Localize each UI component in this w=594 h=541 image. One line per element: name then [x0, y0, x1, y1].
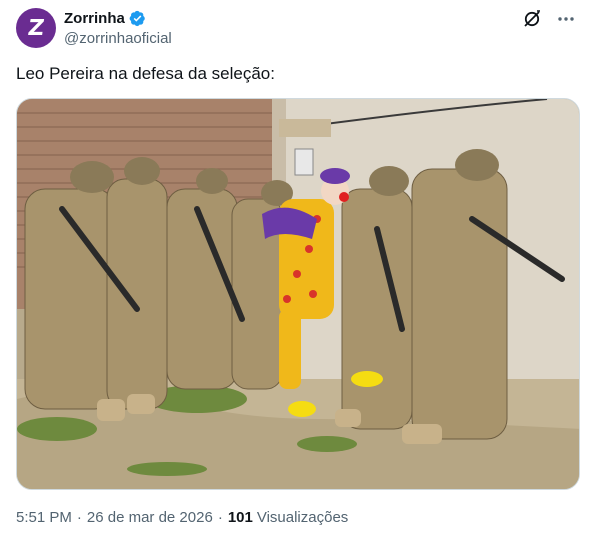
avatar-logo: Z — [26, 15, 46, 41]
views-count[interactable]: 101 — [228, 509, 253, 526]
tweet-time[interactable]: 5:51 PM — [16, 509, 72, 526]
avatar[interactable]: Z — [16, 8, 56, 48]
meta-separator: · — [217, 509, 223, 526]
tweet-text: Leo Pereira na defesa da seleção: — [16, 64, 275, 83]
tweet-header: Z Zorrinha @zorrinhaoficial — [16, 7, 578, 49]
verified-badge-icon[interactable] — [129, 10, 146, 27]
tweet-date[interactable]: 26 de mar de 2026 — [87, 509, 213, 526]
more-icon[interactable] — [556, 9, 576, 29]
grok-icon[interactable] — [522, 9, 542, 29]
tweet-meta: 5:51 PM · 26 de mar de 2026 · 101 Visual… — [16, 509, 348, 526]
meta-separator: · — [76, 509, 82, 526]
author-names: Zorrinha @zorrinhaoficial — [64, 8, 172, 48]
views-label[interactable]: Visualizações — [257, 509, 348, 526]
display-name[interactable]: Zorrinha — [64, 10, 125, 27]
author-handle[interactable]: @zorrinhaoficial — [64, 30, 172, 47]
tweet-photo[interactable] — [16, 98, 580, 490]
